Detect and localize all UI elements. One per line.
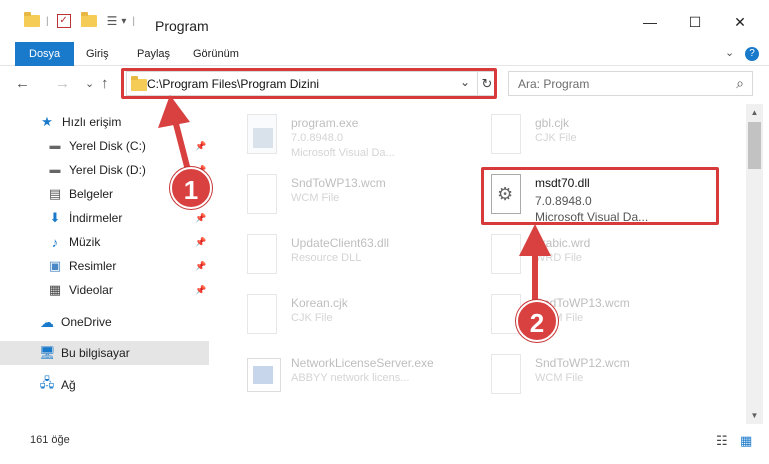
annotation-arrows bbox=[158, 95, 551, 308]
arrow-2 bbox=[519, 224, 551, 308]
step-badge-1: 1 bbox=[170, 167, 212, 209]
step-badge-2: 2 bbox=[516, 300, 558, 342]
arrow-1 bbox=[158, 95, 193, 181]
